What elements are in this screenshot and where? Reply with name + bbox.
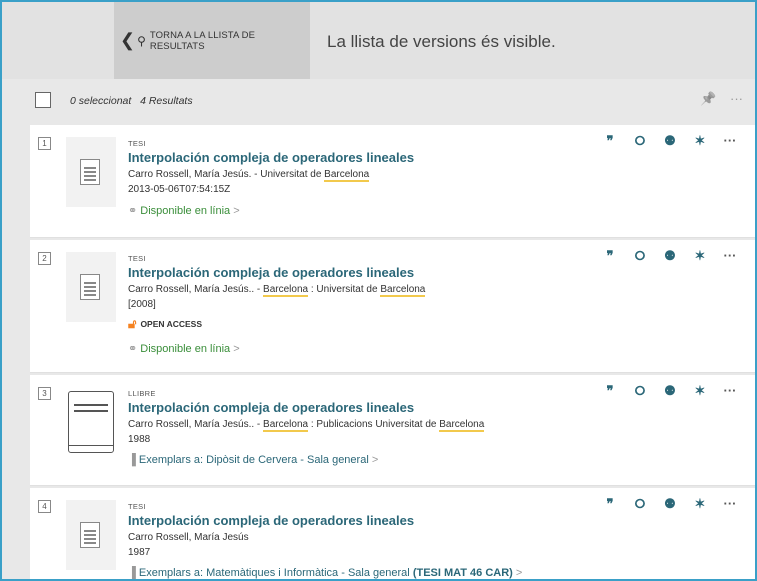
document-icon [80,274,100,300]
app-frame: ❮ ⚲ TORNA A LA LLISTA DE RESULTATS La ll… [0,0,757,581]
result-number: 2 [38,252,51,265]
selection-summary: 0 seleccionat 4 Resultats [70,95,193,107]
shelf-icon: ▐ [128,567,139,579]
shelf-icon: ▐ [128,454,139,466]
result-item[interactable]: 4 TESI Interpolación compleja de operado… [30,488,755,579]
holdings-link[interactable]: ▐ Exemplars a: Matemàtiques i Informàtic… [128,567,595,579]
search-icon: ⚲ [137,33,146,48]
versions-icon[interactable]: ⚉ [655,248,685,264]
citation-icon[interactable]: ❞ [595,133,625,149]
result-author: Carro Rossell, María Jesús.. - Barcelona… [128,284,426,297]
result-number: 4 [38,500,51,513]
book-icon [68,391,114,453]
permalink-icon[interactable]: ⭘ [625,496,655,512]
results-count: 4 Resultats [140,95,193,107]
result-info: TESI Interpolación compleja de operadore… [128,502,595,579]
result-thumbnail[interactable] [66,500,116,570]
result-date: 1988 [128,434,151,445]
chevron-right-icon: > [371,454,379,466]
result-date: [2008] [128,299,156,310]
chevron-right-icon: > [233,343,240,355]
pin-record-icon[interactable]: ✶ [685,496,715,512]
versions-icon[interactable]: ⚉ [655,383,685,399]
result-thumbnail[interactable] [66,137,116,207]
result-type: LLIBRE [128,389,156,398]
holdings-link[interactable]: ▐ Exemplars a: Dipòsit de Cervera - Sala… [128,454,595,466]
result-info: LLIBRE Interpolación compleja de operado… [128,389,595,466]
result-actions: ❞ ⭘ ⚉ ✶ ··· [595,133,745,149]
pin-record-icon[interactable]: ✶ [685,383,715,399]
permalink-icon[interactable]: ⭘ [625,248,655,264]
back-to-results-button[interactable]: ❮ ⚲ TORNA A LA LLISTA DE RESULTATS [114,2,310,79]
chevron-right-icon: > [515,567,523,579]
selected-count: 0 seleccionat [70,95,132,107]
result-item[interactable]: 1 TESI Interpolación compleja de operado… [30,125,755,238]
back-to-results-label: TORNA A LA LLISTA DE RESULTATS [149,29,256,52]
document-icon [80,159,100,185]
link-icon: ⚭ [128,205,141,217]
more-icon[interactable]: ··· [715,248,745,264]
citation-icon[interactable]: ❞ [595,496,625,512]
open-access-badge: 🔓︎ OPEN ACCESS [128,316,202,331]
result-author: Carro Rossell, María Jesús.. - Barcelona… [128,419,485,432]
chevron-left-icon: ❮ [120,30,136,50]
more-icon[interactable]: ··· [730,91,743,106]
result-number: 1 [38,137,51,150]
result-number: 3 [38,387,51,400]
result-thumbnail[interactable] [66,252,116,322]
open-lock-icon: 🔓︎ [128,316,137,331]
result-date: 2013-05-06T07:54:15Z [128,184,231,195]
chevron-right-icon: > [233,205,240,217]
result-type: TESI [128,502,146,511]
result-author: Carro Rossell, María Jesús. - Universita… [128,169,370,182]
result-type: TESI [128,254,146,263]
versions-icon[interactable]: ⚉ [655,496,685,512]
permalink-icon[interactable]: ⭘ [625,383,655,399]
result-item[interactable]: 3 LLIBRE Interpolación compleja de opera… [30,375,755,486]
versions-visible-message: La llista de versions és visible. [327,32,556,51]
result-author: Carro Rossell, María Jesús [128,532,249,543]
result-actions: ❞ ⭘ ⚉ ✶ ··· [595,248,745,264]
more-icon[interactable]: ··· [715,383,745,399]
pin-icon[interactable]: 📌 [700,91,716,107]
result-title[interactable]: Interpolación compleja de operadores lin… [128,265,595,280]
result-item[interactable]: 2 TESI Interpolación compleja de operado… [30,240,755,373]
availability-link[interactable]: ⚭ Disponible en línia > [128,342,595,355]
result-info: TESI Interpolación compleja de operadore… [128,254,595,355]
select-all-checkbox[interactable] [35,92,51,108]
result-info: TESI Interpolación compleja de operadore… [128,139,595,217]
results-list: 1 TESI Interpolación compleja de operado… [30,125,755,579]
document-icon [80,522,100,548]
result-date: 1987 [128,547,151,558]
result-actions: ❞ ⭘ ⚉ ✶ ··· [595,383,745,399]
result-title[interactable]: Interpolación compleja de operadores lin… [128,513,595,528]
result-title[interactable]: Interpolación compleja de operadores lin… [128,150,595,165]
link-icon: ⚭ [128,343,141,355]
result-thumbnail[interactable] [66,387,116,457]
citation-icon[interactable]: ❞ [595,383,625,399]
result-type: TESI [128,139,146,148]
top-bar: ❮ ⚲ TORNA A LA LLISTA DE RESULTATS La ll… [2,2,755,79]
versions-icon[interactable]: ⚉ [655,133,685,149]
availability-link[interactable]: ⚭ Disponible en línia > [128,204,595,217]
more-icon[interactable]: ··· [715,133,745,149]
result-title[interactable]: Interpolación compleja de operadores lin… [128,400,595,415]
pin-record-icon[interactable]: ✶ [685,133,715,149]
more-icon[interactable]: ··· [715,496,745,512]
pin-record-icon[interactable]: ✶ [685,248,715,264]
permalink-icon[interactable]: ⭘ [625,133,655,149]
results-toolbar: 0 seleccionat 4 Resultats 📌 ··· [2,79,755,122]
citation-icon[interactable]: ❞ [595,248,625,264]
result-actions: ❞ ⭘ ⚉ ✶ ··· [595,496,745,512]
